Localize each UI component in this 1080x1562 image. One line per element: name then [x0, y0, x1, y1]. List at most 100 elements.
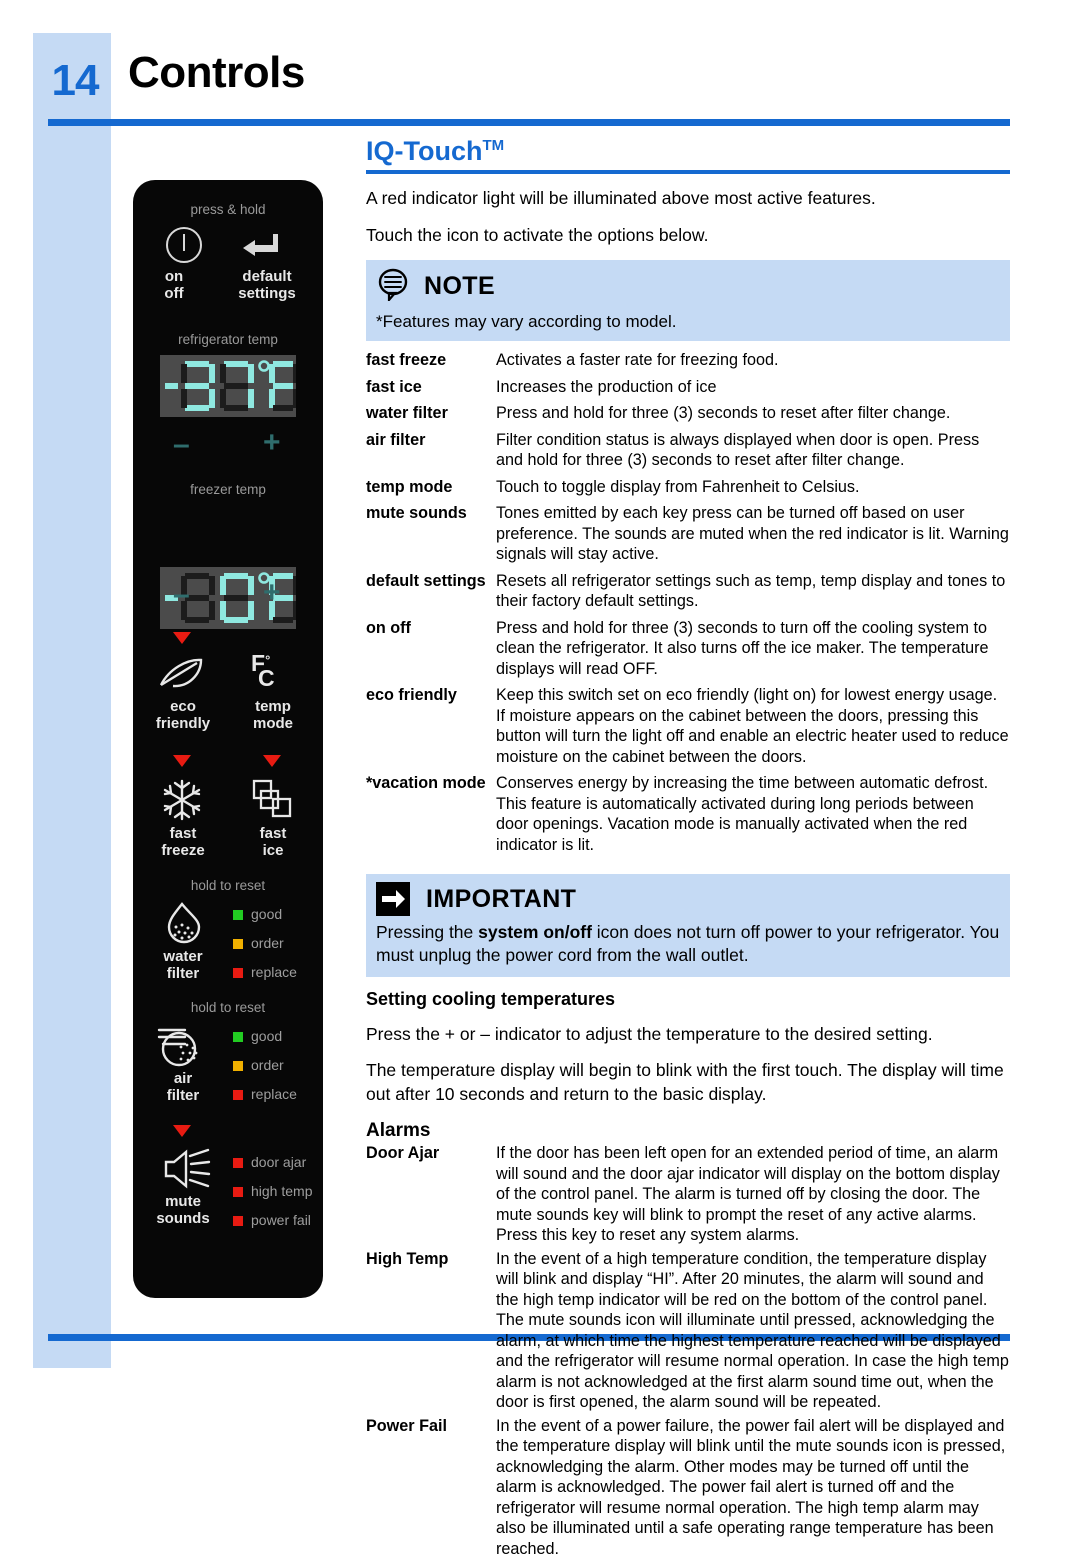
alarms-table: Door AjarIf the door has been left open … — [366, 1143, 1010, 1562]
mute-sounds-label: mute sounds — [133, 1193, 233, 1227]
feature-desc: Tones emitted by each key press can be t… — [496, 503, 1010, 571]
feature-desc: Resets all refrigerator settings such as… — [496, 571, 1010, 618]
control-panel-illustration: press & hold on off default settings ref… — [133, 180, 323, 1298]
water-filter-good-label: good — [251, 906, 282, 922]
on-off-label: on off — [143, 268, 205, 302]
air-filter-label: air filter — [133, 1070, 233, 1104]
air-filter-good-led — [233, 1032, 243, 1042]
water-filter-line2: filter — [133, 965, 233, 982]
table-row: fast freezeActivates a faster rate for f… — [366, 350, 1010, 377]
water-filter-replace-led — [233, 968, 243, 978]
refrigerator-plus-button[interactable]: + — [263, 428, 281, 458]
page-number: 14 — [44, 53, 106, 109]
important-header: IMPORTANT — [376, 882, 1000, 916]
water-filter-hold-hint: hold to reset — [133, 878, 323, 893]
feature-desc: Conserves energy by increasing the time … — [496, 773, 1010, 861]
feature-term: default settings — [366, 571, 496, 618]
feature-desc: Activates a faster rate for freezing foo… — [496, 350, 1010, 377]
feature-term: mute sounds — [366, 503, 496, 571]
section-heading-text: IQ-Touch — [366, 136, 482, 166]
refrigerator-seven-segment — [160, 355, 296, 417]
note-body: *Features may vary according to model. — [376, 312, 1000, 332]
default-settings-line1: default — [221, 268, 313, 285]
refrigerator-temp-display — [160, 355, 296, 417]
air-filter-good-label: good — [251, 1028, 282, 1044]
eco-friendly-indicator — [173, 632, 191, 644]
arrow-right-icon — [376, 882, 410, 916]
table-row: mute soundsTones emitted by each key pre… — [366, 503, 1010, 571]
leaf-icon-svg — [157, 655, 205, 691]
table-row: fast iceIncreases the production of ice — [366, 377, 1010, 404]
fast-ice-line2: ice — [229, 842, 317, 859]
press-hold-hint: press & hold — [133, 202, 323, 217]
important-title: IMPORTANT — [426, 885, 576, 914]
temp-mode-icon[interactable]: F° C — [251, 650, 275, 692]
alarm-term: High Temp — [366, 1249, 496, 1416]
snowflake-icon[interactable] — [160, 778, 204, 827]
power-fail-led — [233, 1216, 243, 1226]
table-row: *vacation modeConserves energy by increa… — [366, 773, 1010, 861]
air-filter-replace-label: replace — [251, 1086, 297, 1102]
fast-ice-line1: fast — [229, 825, 317, 842]
alarms-heading: Alarms — [366, 1120, 1010, 1142]
feature-term: water filter — [366, 403, 496, 430]
air-filter-replace-led — [233, 1090, 243, 1100]
feature-desc: Increases the production of ice — [496, 377, 1010, 404]
feature-desc: Filter condition status is always displa… — [496, 430, 1010, 477]
refrigerator-minus-button[interactable]: – — [173, 430, 190, 460]
temp-mode-line1: temp — [229, 698, 317, 715]
ice-cubes-icon[interactable] — [250, 778, 296, 827]
cooling-paragraph-2: The temperature display will begin to bl… — [366, 1058, 1010, 1106]
table-row: Door AjarIf the door has been left open … — [366, 1143, 1010, 1249]
door-ajar-led — [233, 1158, 243, 1168]
ice-cubes-icon-svg — [250, 778, 296, 822]
mute-speaker-icon[interactable] — [160, 1148, 212, 1195]
mute-sounds-line2: sounds — [133, 1210, 233, 1227]
air-filter-line1: air — [133, 1070, 233, 1087]
page-side-band — [33, 33, 111, 1368]
return-arrow-icon[interactable] — [237, 230, 281, 265]
freezer-minus-button[interactable]: – — [173, 580, 190, 610]
air-filter-icon-svg — [155, 1023, 211, 1071]
feature-term: air filter — [366, 430, 496, 477]
leaf-icon[interactable] — [157, 655, 205, 696]
power-fail-label: power fail — [251, 1212, 311, 1228]
content-column: IQ-TouchTM A red indicator light will be… — [366, 136, 1010, 1562]
power-icon[interactable] — [166, 227, 202, 263]
high-temp-led — [233, 1187, 243, 1197]
table-row: Power FailIn the event of a power failur… — [366, 1416, 1010, 1562]
feature-desc: Touch to toggle display from Fahrenheit … — [496, 477, 1010, 504]
feature-term: *vacation mode — [366, 773, 496, 861]
temp-mode-c: C — [258, 665, 275, 692]
water-filter-good-led — [233, 910, 243, 920]
water-filter-order-led — [233, 939, 243, 949]
default-settings-line2: settings — [221, 285, 313, 302]
eco-friendly-line2: friendly — [139, 715, 227, 732]
air-filter-icon[interactable] — [155, 1023, 211, 1076]
table-row: air filterFilter condition status is alw… — [366, 430, 1010, 477]
note-title: NOTE — [424, 272, 495, 301]
eco-friendly-label: eco friendly — [139, 698, 227, 732]
water-drop-icon[interactable] — [160, 900, 208, 953]
section-rule — [366, 170, 1010, 174]
fast-freeze-indicator — [173, 755, 191, 767]
feature-desc: Press and hold for three (3) seconds to … — [496, 618, 1010, 686]
note-icon — [376, 267, 410, 306]
fast-freeze-label: fast freeze — [139, 825, 227, 859]
important-body: Pressing the system on/off icon does not… — [376, 921, 1000, 967]
table-row: High TempIn the event of a high temperat… — [366, 1249, 1010, 1416]
freezer-plus-button[interactable]: + — [263, 578, 281, 608]
alarm-desc: In the event of a high temperature condi… — [496, 1249, 1010, 1416]
features-table-body: fast freezeActivates a faster rate for f… — [366, 350, 1010, 861]
alarm-term: Power Fail — [366, 1416, 496, 1562]
alarm-term: Door Ajar — [366, 1143, 496, 1249]
header-rule — [48, 119, 1010, 126]
air-filter-hold-hint: hold to reset — [133, 1000, 323, 1015]
cooling-paragraph-1: Press the + or – indicator to adjust the… — [366, 1022, 1010, 1046]
mute-speaker-icon-svg — [160, 1148, 212, 1190]
freezer-temp-label: freezer temp — [133, 482, 323, 497]
feature-term: temp mode — [366, 477, 496, 504]
cooling-heading: Setting cooling temperatures — [366, 989, 1010, 1010]
table-row: water filterPress and hold for three (3)… — [366, 403, 1010, 430]
table-row: eco friendlyKeep this switch set on eco … — [366, 685, 1010, 773]
